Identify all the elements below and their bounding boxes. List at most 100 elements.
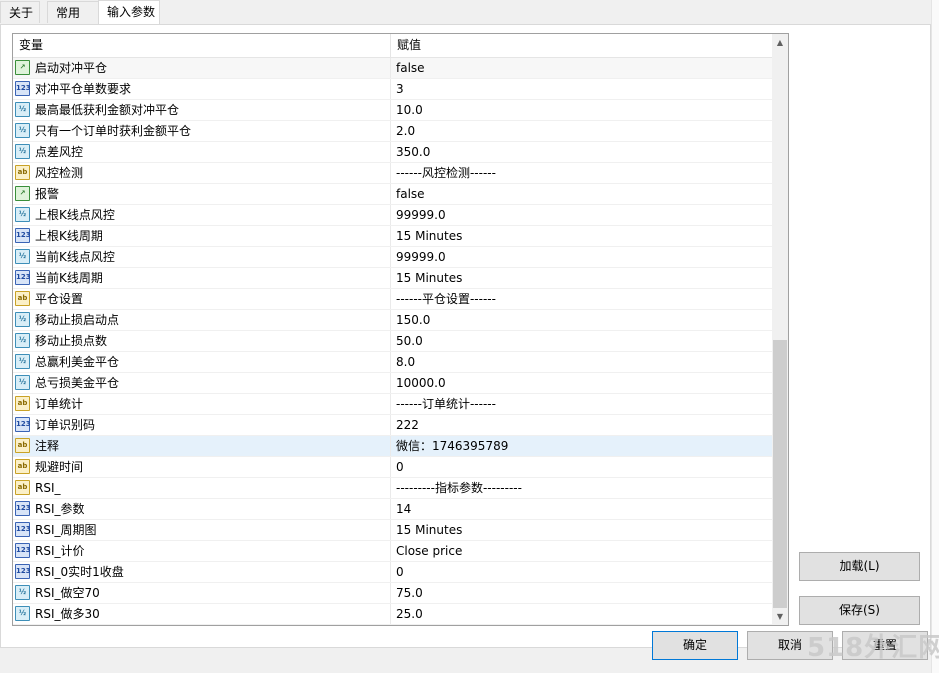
table-row[interactable]: ab 订单统计 ------订单统计------ — [13, 394, 772, 415]
table-row[interactable]: 123 订单识别码 222 — [13, 415, 772, 436]
table-row[interactable]: ab 风控检测 ------风控检测------ — [13, 163, 772, 184]
string-icon: ab — [15, 459, 30, 474]
tab-common[interactable]: 常用 — [47, 1, 99, 23]
integer-icon: 123 — [15, 543, 31, 558]
parameter-value[interactable]: 150.0 — [396, 310, 430, 330]
table-row[interactable]: ½ RSI_做多30 25.0 — [13, 604, 772, 625]
parameter-value[interactable]: 8.0 — [396, 352, 415, 372]
table-row[interactable]: ab 规避时间 0 — [13, 457, 772, 478]
table-row[interactable]: ½ 移动止损点数 50.0 — [13, 331, 772, 352]
parameter-name: 上根K线周期 — [35, 229, 103, 243]
parameter-value[interactable]: 350.0 — [396, 142, 430, 162]
parameter-name: RSI_做空70 — [35, 586, 100, 600]
integer-icon: 123 — [15, 417, 31, 432]
double-icon: ½ — [15, 585, 30, 600]
parameter-name: 总赢利美金平仓 — [35, 355, 120, 369]
parameter-name: 订单识别码 — [35, 418, 96, 432]
parameter-value[interactable]: ------风控检测------ — [396, 163, 496, 183]
parameter-name: 只有一个订单时获利金额平仓 — [35, 124, 192, 138]
parameter-name: 风控检测 — [35, 166, 84, 180]
parameter-name: RSI_ — [35, 481, 61, 495]
column-header-value[interactable]: 赋值 — [397, 34, 421, 57]
parameters-grid: 变量 赋值 ↗ 启动对冲平仓 false 123 对冲平仓单数要求 3 ½ 最高最低获利金额对… — [12, 33, 789, 626]
tab-about[interactable]: 关于 — [0, 1, 40, 23]
parameter-value[interactable]: false — [396, 58, 425, 78]
parameter-name: RSI_计价 — [35, 544, 85, 558]
table-row[interactable]: ½ 移动止损启动点 150.0 — [13, 310, 772, 331]
table-row[interactable]: ½ 最高最低获利金额对冲平仓 10.0 — [13, 100, 772, 121]
parameter-name: RSI_参数 — [35, 502, 85, 516]
column-header-variable[interactable]: 变量 — [19, 34, 43, 57]
table-row[interactable]: ↗ 启动对冲平仓 false — [13, 58, 772, 79]
table-row[interactable]: 123 RSI_周期图 15 Minutes — [13, 520, 772, 541]
parameter-value[interactable]: 微信：1746395789 — [396, 436, 508, 456]
table-row[interactable]: 123 RSI_0实时1收盘 0 — [13, 562, 772, 583]
table-row[interactable]: 123 RSI_计价 Close price — [13, 541, 772, 562]
table-row[interactable]: ½ 当前K线点风控 99999.0 — [13, 247, 772, 268]
double-icon: ½ — [15, 249, 30, 264]
table-row[interactable]: ½ 总赢利美金平仓 8.0 — [13, 352, 772, 373]
parameter-value[interactable]: 3 — [396, 79, 404, 99]
integer-icon: 123 — [15, 522, 31, 537]
scrollbar-thumb[interactable] — [773, 340, 787, 608]
integer-icon: 123 — [15, 564, 31, 579]
grid-rows: ↗ 启动对冲平仓 false 123 对冲平仓单数要求 3 ½ 最高最低获利金额对冲平仓 10.… — [13, 58, 772, 625]
parameter-value[interactable]: 222 — [396, 415, 419, 435]
table-row[interactable]: ½ 点差风控 350.0 — [13, 142, 772, 163]
load-button[interactable]: 加载(L) — [799, 552, 920, 581]
parameter-value[interactable]: 0 — [396, 562, 404, 582]
parameter-value[interactable]: 14 — [396, 499, 411, 519]
parameter-name: RSI_0实时1收盘 — [35, 565, 124, 579]
integer-icon: 123 — [15, 228, 31, 243]
tab-inputs[interactable]: 输入参数 — [98, 0, 160, 25]
boolean-icon: ↗ — [15, 186, 30, 201]
parameter-name: 移动止损点数 — [35, 334, 108, 348]
parameter-value[interactable]: 10.0 — [396, 100, 423, 120]
parameter-value[interactable]: ------订单统计------ — [396, 394, 496, 414]
table-row[interactable]: ½ 上根K线点风控 99999.0 — [13, 205, 772, 226]
parameter-value[interactable]: ---------指标参数--------- — [396, 478, 522, 498]
vertical-scrollbar[interactable]: ▲ ▼ — [772, 34, 788, 625]
parameter-value[interactable]: 0 — [396, 457, 404, 477]
integer-icon: 123 — [15, 501, 31, 516]
table-row[interactable]: ½ RSI_做空70 75.0 — [13, 583, 772, 604]
parameter-value[interactable]: 15 Minutes — [396, 268, 462, 288]
string-icon: ab — [15, 165, 30, 180]
string-icon: ab — [15, 438, 30, 453]
table-row[interactable]: ab 注释 微信：1746395789 — [13, 436, 772, 457]
parameter-name: 总亏损美金平仓 — [35, 376, 120, 390]
table-row[interactable]: 123 当前K线周期 15 Minutes — [13, 268, 772, 289]
table-row[interactable]: 123 上根K线周期 15 Minutes — [13, 226, 772, 247]
parameter-value[interactable]: 15 Minutes — [396, 520, 462, 540]
parameter-value[interactable]: 15 Minutes — [396, 226, 462, 246]
parameter-value[interactable]: 10000.0 — [396, 373, 446, 393]
parameter-value[interactable]: false — [396, 184, 425, 204]
parameter-value[interactable]: 25.0 — [396, 604, 423, 624]
scroll-up-icon[interactable]: ▲ — [772, 34, 788, 51]
table-row[interactable]: ↗ 报警 false — [13, 184, 772, 205]
parameter-value[interactable]: Close price — [396, 541, 462, 561]
parameter-name: 移动止损启动点 — [35, 313, 120, 327]
double-icon: ½ — [15, 102, 30, 117]
ok-button[interactable]: 确定 — [652, 631, 738, 660]
parameter-value[interactable]: 99999.0 — [396, 205, 446, 225]
scroll-down-icon[interactable]: ▼ — [772, 608, 788, 625]
parameter-value[interactable]: 2.0 — [396, 121, 415, 141]
parameter-name: 报警 — [35, 187, 60, 201]
table-row[interactable]: 123 对冲平仓单数要求 3 — [13, 79, 772, 100]
parameter-value[interactable]: 50.0 — [396, 331, 423, 351]
integer-icon: 123 — [15, 270, 31, 285]
parameter-name: RSI_做多30 — [35, 607, 100, 621]
table-row[interactable]: ab RSI_ ---------指标参数--------- — [13, 478, 772, 499]
parameter-value[interactable]: ------平仓设置------ — [396, 289, 496, 309]
parameter-name: 点差风控 — [35, 145, 84, 159]
string-icon: ab — [15, 480, 30, 495]
table-row[interactable]: ab 平仓设置 ------平仓设置------ — [13, 289, 772, 310]
table-row[interactable]: ½ 只有一个订单时获利金额平仓 2.0 — [13, 121, 772, 142]
table-row[interactable]: ½ 总亏损美金平仓 10000.0 — [13, 373, 772, 394]
save-button[interactable]: 保存(S) — [799, 596, 920, 625]
table-row[interactable]: 123 RSI_参数 14 — [13, 499, 772, 520]
parameter-name: 规避时间 — [35, 460, 84, 474]
parameter-value[interactable]: 99999.0 — [396, 247, 446, 267]
parameter-value[interactable]: 75.0 — [396, 583, 423, 603]
